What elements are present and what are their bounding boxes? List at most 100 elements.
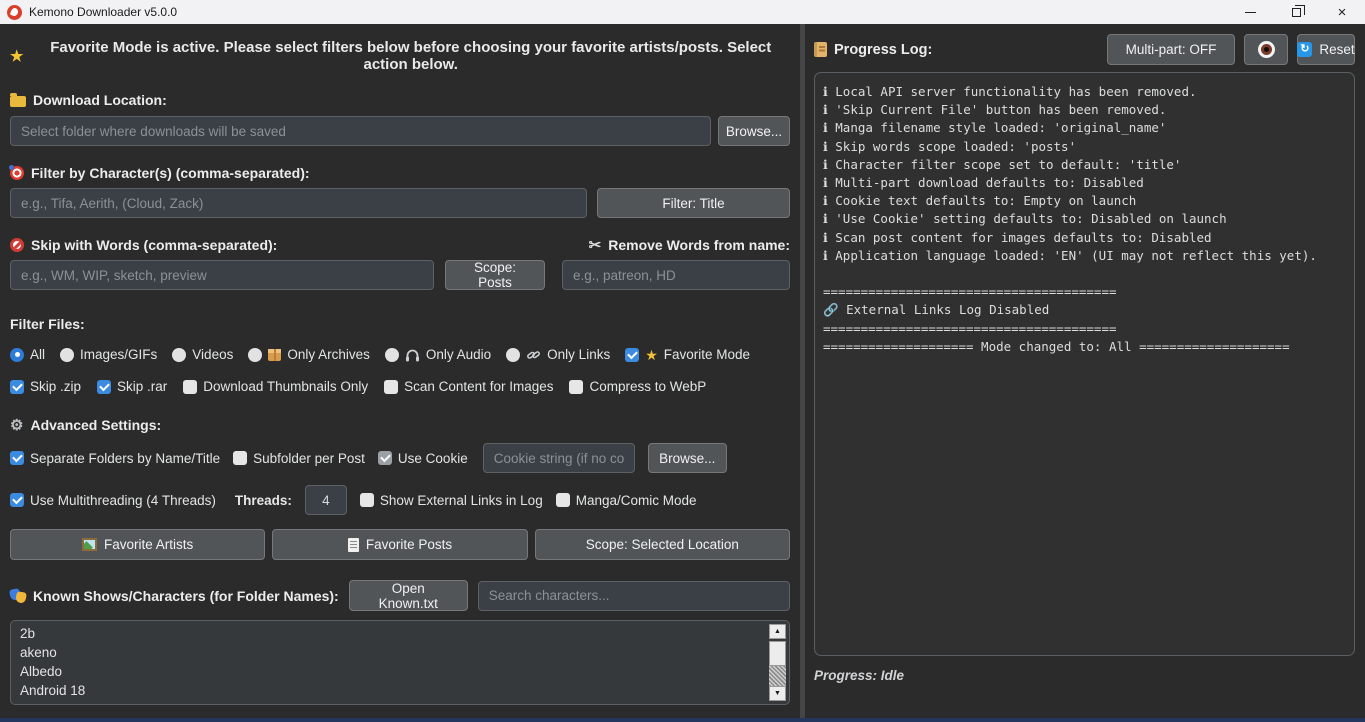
folder-icon: [10, 96, 26, 107]
filter-files-label: Filter Files:: [10, 316, 790, 332]
favorite-mode-banner: ★ Favorite Mode is active. Please select…: [10, 39, 790, 73]
favorite-artists-button[interactable]: Favorite Artists: [10, 529, 265, 560]
checkbox-show-external-links[interactable]: Show External Links in Log: [360, 493, 543, 508]
reset-button[interactable]: ↻ Reset: [1297, 34, 1355, 65]
checkbox-skip-rar[interactable]: Skip .rar: [97, 379, 167, 394]
skip-words-label: Skip with Words (comma-separated):: [10, 237, 277, 253]
link-icon: [526, 348, 541, 362]
known-shows-label: Known Shows/Characters (for Folder Names…: [10, 588, 339, 604]
picture-icon: [82, 538, 97, 551]
file-type-radio-group: All Images/GIFs Videos Only Archives: [10, 347, 790, 362]
radio-icon: [60, 348, 74, 362]
scrollbar-thumb[interactable]: [769, 641, 786, 666]
checkbox-subfolder-per-post[interactable]: Subfolder per Post: [233, 451, 365, 466]
progress-log-label: Progress Log:: [814, 42, 932, 58]
download-location-input[interactable]: [10, 116, 711, 146]
scroll-down-button[interactable]: ▼: [769, 686, 786, 701]
close-icon: ×: [1338, 5, 1347, 20]
list-scrollbar[interactable]: ▲ ▼: [769, 624, 786, 701]
list-item[interactable]: akeno: [11, 643, 789, 662]
favorite-mode-banner-text: Favorite Mode is active. Please select f…: [31, 39, 790, 73]
file-option-checkboxes: Skip .zip Skip .rar Download Thumbnails …: [10, 379, 790, 394]
eye-icon: [1258, 41, 1275, 58]
headphones-icon: [405, 348, 420, 362]
reset-icon: ↻: [1297, 42, 1312, 57]
remove-words-label: ✂ Remove Words from name:: [562, 237, 790, 253]
checkbox-use-cookie[interactable]: Use Cookie: [378, 451, 468, 466]
minimize-icon: [1245, 12, 1256, 13]
checkbox-icon: [183, 380, 197, 394]
package-icon: [268, 349, 281, 361]
checkbox-icon: [97, 380, 111, 394]
threads-label: Threads:: [235, 493, 292, 508]
skip-words-input[interactable]: [10, 260, 434, 290]
open-known-txt-button[interactable]: Open Known.txt: [349, 580, 468, 611]
checkbox-favorite-mode[interactable]: ★ Favorite Mode: [625, 347, 750, 362]
star-icon: ★: [645, 348, 658, 362]
character-filter-scope-button[interactable]: Filter: Title: [597, 188, 790, 218]
checkbox-manga-comic-mode[interactable]: Manga/Comic Mode: [556, 493, 697, 508]
list-item[interactable]: Android 21: [11, 700, 789, 705]
checkbox-icon: [569, 380, 583, 394]
checkbox-icon: [378, 451, 392, 465]
radio-videos[interactable]: Videos: [172, 347, 233, 362]
cookie-string-input[interactable]: [483, 443, 635, 473]
radio-only-links[interactable]: Only Links: [506, 347, 610, 362]
list-item[interactable]: Albedo: [11, 662, 789, 681]
bottom-progress-strip: [0, 718, 1365, 722]
character-filter-label: Filter by Character(s) (comma-separated)…: [10, 165, 790, 181]
known-characters-list[interactable]: 2b akeno Albedo Android 18 Android 21 ▲ …: [10, 620, 790, 705]
target-icon: [10, 166, 24, 180]
checkbox-icon: [625, 348, 639, 362]
progress-status: Progress: Idle: [814, 668, 1355, 683]
advanced-settings-label: ⚙ Advanced Settings:: [10, 417, 790, 433]
checkbox-skip-zip[interactable]: Skip .zip: [10, 379, 81, 394]
checkbox-scan-content[interactable]: Scan Content for Images: [384, 379, 553, 394]
checkbox-use-multithreading[interactable]: Use Multithreading (4 Threads): [10, 493, 216, 508]
radio-images-gifs[interactable]: Images/GIFs: [60, 347, 157, 362]
threads-input[interactable]: [305, 485, 347, 515]
browse-download-button[interactable]: Browse...: [718, 116, 790, 146]
scope-selected-location-button[interactable]: Scope: Selected Location: [535, 529, 790, 560]
scissors-icon: ✂: [589, 238, 602, 253]
eye-button[interactable]: [1244, 34, 1288, 65]
checkbox-icon: [360, 493, 374, 507]
close-button[interactable]: ×: [1319, 0, 1365, 24]
checkbox-compress-webp[interactable]: Compress to WebP: [569, 379, 706, 394]
list-item[interactable]: Android 18: [11, 681, 789, 700]
download-location-label: Download Location:: [10, 92, 790, 108]
radio-icon: [385, 348, 399, 362]
no-entry-icon: [10, 238, 24, 252]
multipart-toggle-button[interactable]: Multi-part: OFF: [1107, 34, 1235, 65]
gear-icon: ⚙: [10, 418, 23, 433]
progress-log-output[interactable]: ℹ Local API server functionality has bee…: [814, 72, 1355, 656]
favorite-posts-button[interactable]: Favorite Posts: [272, 529, 527, 560]
scrollbar-track[interactable]: [769, 666, 786, 686]
checkbox-download-thumbnails[interactable]: Download Thumbnails Only: [183, 379, 368, 394]
app-logo-icon: [7, 5, 22, 20]
scroll-icon: [814, 42, 827, 57]
character-filter-input[interactable]: [10, 188, 587, 218]
list-item[interactable]: 2b: [11, 624, 789, 643]
radio-icon: [172, 348, 186, 362]
window-title: Kemono Downloader v5.0.0: [29, 5, 177, 19]
minimize-button[interactable]: [1227, 0, 1273, 24]
radio-only-archives[interactable]: Only Archives: [248, 347, 370, 362]
settings-panel: ★ Favorite Mode is active. Please select…: [0, 24, 800, 718]
checkbox-icon: [233, 451, 247, 465]
checkbox-icon: [10, 380, 24, 394]
progress-panel: Progress Log: Multi-part: OFF ↻ Reset ℹ …: [805, 24, 1365, 718]
checkbox-separate-folders[interactable]: Separate Folders by Name/Title: [10, 451, 220, 466]
restore-button[interactable]: [1273, 0, 1319, 24]
masks-icon: [10, 589, 26, 603]
search-characters-input[interactable]: [478, 581, 790, 611]
skip-words-scope-button[interactable]: Scope: Posts: [445, 260, 545, 290]
radio-icon: [506, 348, 520, 362]
scroll-up-button[interactable]: ▲: [769, 624, 786, 639]
remove-words-input[interactable]: [562, 260, 790, 290]
star-icon: ★: [10, 49, 23, 64]
restore-icon: [1292, 8, 1301, 17]
radio-all[interactable]: All: [10, 347, 45, 362]
browse-cookie-button[interactable]: Browse...: [648, 443, 727, 473]
radio-only-audio[interactable]: Only Audio: [385, 347, 491, 362]
